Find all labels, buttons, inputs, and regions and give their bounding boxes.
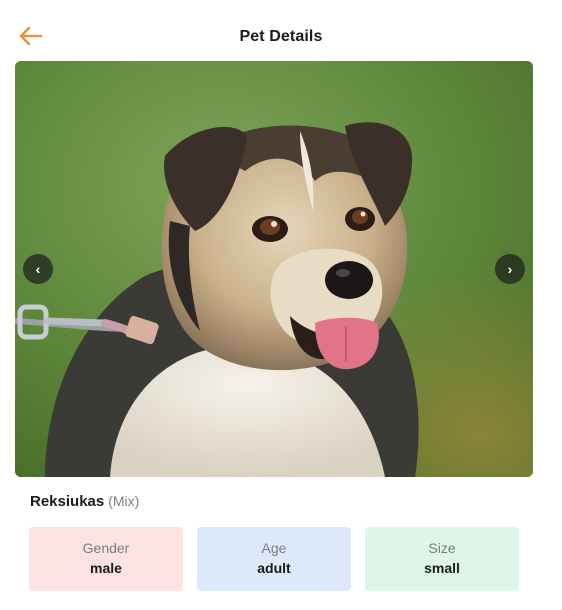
size-value: small (424, 560, 460, 576)
pet-details-screen: Pet Details ‹ › Reksiukas (Mix) Gender m… (0, 0, 562, 610)
pet-attributes: Gender male Age adult Size small (29, 527, 521, 591)
size-card: Size small (365, 527, 519, 591)
pet-photo-carousel[interactable]: ‹ › (15, 61, 533, 477)
size-label: Size (428, 540, 456, 556)
pet-name: Reksiukas (30, 493, 105, 510)
gender-label: Gender (82, 540, 130, 556)
gender-value: male (90, 560, 122, 576)
page-title: Pet Details (239, 28, 323, 45)
chevron-right-icon: › (507, 261, 513, 277)
pet-name-row: Reksiukas (Mix) (30, 491, 139, 512)
pet-breed: (Mix) (108, 493, 140, 509)
chevron-left-icon: ‹ (35, 261, 41, 277)
pet-photo (15, 61, 533, 477)
age-label: Age (261, 540, 287, 556)
age-value: adult (257, 560, 291, 576)
previous-photo-button[interactable]: ‹ (23, 254, 53, 284)
age-card: Age adult (197, 527, 351, 591)
next-photo-button[interactable]: › (495, 254, 525, 284)
gender-card: Gender male (29, 527, 183, 591)
